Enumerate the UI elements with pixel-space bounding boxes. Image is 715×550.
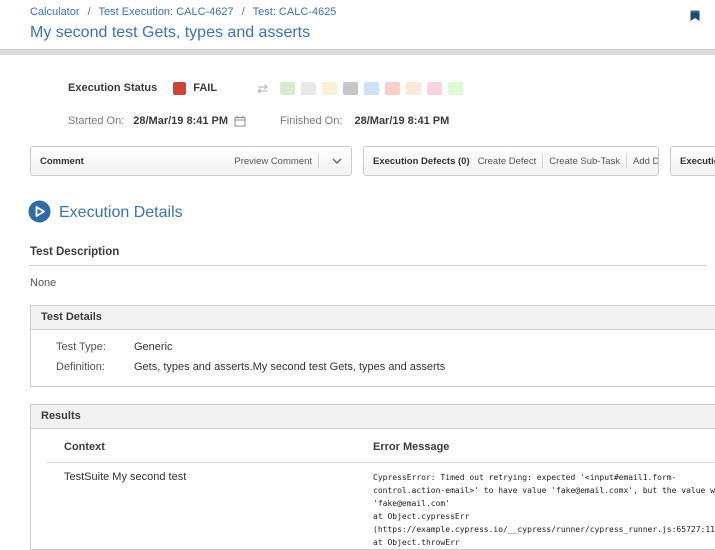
definition-label: Definition:: [56, 361, 134, 373]
create-defect-button[interactable]: Create Defect: [478, 156, 537, 167]
status-option-swatch[interactable]: [301, 82, 316, 95]
add-defects-button[interactable]: Add Defects: [633, 156, 659, 167]
divider: [626, 154, 627, 168]
status-option-swatch[interactable]: [448, 82, 463, 95]
test-type-value: Generic: [134, 341, 173, 353]
error-message-text: CypressError: Timed out retrying: expect…: [373, 471, 715, 549]
divider: [318, 154, 319, 168]
test-details-panel: Test Details Test Type: Generic Definiti…: [30, 305, 715, 387]
status-option-swatch[interactable]: [280, 82, 295, 95]
comment-panel[interactable]: Comment Preview Comment: [30, 146, 352, 176]
execution-details-title: Execution Details: [59, 204, 183, 222]
comment-panel-title: Comment: [40, 156, 84, 167]
test-description-section: Test Description None: [30, 246, 707, 289]
preview-comment-button[interactable]: Preview Comment: [234, 156, 312, 167]
status-fail-swatch: [173, 82, 186, 95]
test-details-title: Test Details: [31, 306, 715, 330]
status-option-swatch[interactable]: [364, 82, 379, 95]
status-option-swatch[interactable]: [406, 82, 421, 95]
definition-row: Definition: Gets, types and asserts.My s…: [31, 357, 715, 377]
finished-on-label: Finished On:: [280, 115, 342, 127]
execution-defects-title: Execution Defects (0): [373, 156, 470, 167]
breadcrumb-link-test-execution[interactable]: Test Execution: CALC-4627: [99, 6, 234, 18]
transition-arrows-icon[interactable]: ⇄: [257, 82, 268, 95]
times-row: Started On: 28/Mar/19 8:41 PM Finished O…: [68, 114, 715, 128]
definition-value: Gets, types and asserts.My second test G…: [134, 361, 445, 373]
finished-on-value: 28/Mar/19 8:41 PM: [354, 115, 449, 127]
error-message-column-header: Error Message: [373, 441, 449, 453]
execution-details-heading: Execution Details: [28, 200, 715, 226]
test-type-label: Test Type:: [56, 341, 134, 353]
execution-defects-panel[interactable]: Execution Defects (0) Create Defect Crea…: [363, 146, 659, 176]
execution-evidence-title: Execution Evidence: [680, 156, 715, 167]
status-value: FAIL: [193, 82, 217, 94]
started-on-label: Started On:: [68, 115, 124, 127]
result-context-cell: TestSuite My second test: [64, 471, 373, 549]
test-description-title: Test Description: [30, 246, 707, 266]
started-on-value: 28/Mar/19 8:41 PM: [133, 115, 228, 127]
status-option-swatch[interactable]: [385, 82, 400, 95]
breadcrumb: Calculator / Test Execution: CALC-4627 /…: [30, 6, 715, 19]
create-sub-task-button[interactable]: Create Sub-Task: [549, 156, 620, 167]
status-option-swatch[interactable]: [343, 82, 358, 95]
play-circle-icon: [28, 200, 51, 226]
execution-status-row: Execution Status FAIL ⇄: [68, 81, 715, 95]
divider: [542, 154, 543, 168]
results-title: Results: [31, 405, 715, 429]
breadcrumb-link-test[interactable]: Test: CALC-4625: [253, 6, 337, 18]
status-option-swatch[interactable]: [427, 82, 442, 95]
context-column-header: Context: [64, 441, 373, 453]
bookmark-icon[interactable]: [688, 9, 702, 23]
test-type-row: Test Type: Generic: [31, 337, 715, 357]
test-description-content: None: [30, 277, 707, 289]
results-panel: Results Context Error Message TestSuite …: [30, 404, 715, 550]
header-divider: [0, 49, 715, 55]
toolbar: Comment Preview Comment Execution Defect…: [30, 146, 715, 176]
calendar-icon[interactable]: [234, 115, 246, 127]
breadcrumb-separator: /: [88, 6, 91, 18]
execution-status-label: Execution Status: [68, 82, 157, 94]
result-error-message-cell: CypressError: Timed out retrying: expect…: [373, 471, 715, 549]
status-options: [280, 82, 463, 95]
results-table-header: Context Error Message: [31, 441, 715, 462]
execution-evidence-panel[interactable]: Execution Evidence: [670, 146, 715, 176]
breadcrumb-separator: /: [242, 6, 245, 18]
page-title: My second test Gets, types and asserts: [30, 23, 715, 42]
chevron-down-icon[interactable]: [332, 156, 342, 167]
status-option-swatch[interactable]: [322, 82, 337, 95]
table-row: TestSuite My second test CypressError: T…: [31, 463, 715, 549]
page-header: Calculator / Test Execution: CALC-4627 /…: [0, 0, 715, 42]
breadcrumb-link-project[interactable]: Calculator: [30, 6, 80, 18]
